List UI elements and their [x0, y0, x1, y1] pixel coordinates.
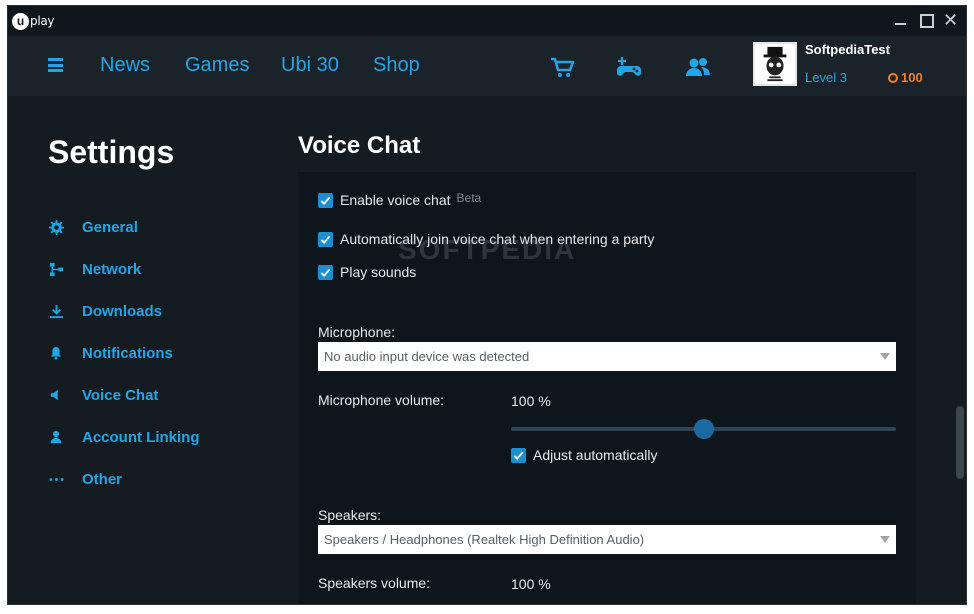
page-title: Voice Chat	[298, 132, 421, 159]
uplay-logo-mark: u	[12, 12, 29, 30]
sidebar-item-label: Notifications	[82, 344, 173, 362]
chevron-down-icon	[880, 536, 890, 543]
coin-count: 100	[901, 70, 923, 85]
scrollbar[interactable]	[956, 406, 964, 479]
play-sounds-label: Play sounds	[340, 264, 417, 280]
friends-icon[interactable]	[684, 54, 712, 82]
nav-games[interactable]: Games	[185, 54, 249, 77]
nav-shop[interactable]: Shop	[373, 54, 420, 77]
speakers-volume-value: 100 %	[511, 576, 551, 592]
minimize-button[interactable]	[893, 12, 908, 28]
enable-voice-chat-row: Enable voice chat Beta	[318, 191, 482, 208]
nav-ubi30[interactable]: Ubi 30	[281, 54, 339, 77]
sidebar-item-label: Other	[82, 470, 123, 488]
bell-icon	[48, 345, 64, 361]
sidebar-item-label: Voice Chat	[82, 386, 159, 404]
adjust-automatically-checkbox[interactable]	[511, 447, 526, 463]
uplay-window: u play ✕ News Games Ubi 30 Shop Softpedi…	[7, 5, 967, 605]
person-icon	[48, 429, 64, 445]
enable-voice-chat-label: Enable voice chat	[340, 192, 451, 208]
speakers-select[interactable]: Speakers / Headphones (Realtek High Defi…	[318, 525, 896, 554]
microphone-volume-slider[interactable]	[511, 419, 896, 439]
microphone-select[interactable]: No audio input device was detected	[318, 342, 896, 371]
microphone-select-value: No audio input device was detected	[324, 349, 530, 364]
cart-icon[interactable]	[548, 54, 576, 82]
gear-icon	[48, 219, 64, 235]
watermark: SOFTPEDIA	[398, 234, 577, 265]
adjust-automatically-label: Adjust automatically	[533, 447, 658, 463]
title-bar: u play ✕	[8, 6, 966, 36]
enable-voice-chat-checkbox[interactable]	[318, 192, 333, 208]
slider-thumb[interactable]	[693, 419, 714, 439]
uplay-logo: u play	[12, 11, 55, 31]
avatar[interactable]	[753, 42, 797, 86]
nav-bar: News Games Ubi 30 Shop SoftpediaTest Lev…	[8, 36, 966, 96]
play-sounds-row: Play sounds	[318, 264, 416, 280]
sidebar-item-network[interactable]: Network	[48, 258, 141, 280]
settings-title: Settings	[48, 134, 175, 170]
sidebar-item-label: Network	[82, 260, 142, 278]
speakers-volume-label: Speakers volume:	[318, 575, 431, 591]
auto-join-checkbox[interactable]	[318, 231, 333, 247]
more-dots-icon	[48, 471, 64, 487]
maximize-button[interactable]	[918, 12, 934, 28]
play-sounds-checkbox[interactable]	[318, 264, 333, 280]
ubi-coin-icon	[888, 73, 898, 83]
download-icon	[48, 303, 64, 319]
adjust-automatically-row: Adjust automatically	[511, 447, 658, 463]
sidebar-item-notifications[interactable]: Notifications	[48, 342, 173, 364]
speaker-icon	[48, 387, 64, 403]
uplay-logo-text: play	[30, 14, 55, 28]
sidebar-item-label: General	[82, 218, 138, 236]
microphone-label: Microphone:	[318, 324, 396, 340]
network-icon	[48, 261, 64, 277]
microphone-volume-label: Microphone volume:	[318, 392, 445, 408]
add-game-icon[interactable]	[615, 54, 643, 82]
speakers-label: Speakers:	[318, 507, 382, 523]
sidebar-item-other[interactable]: Other	[48, 468, 122, 490]
beta-badge: Beta	[456, 191, 482, 205]
sidebar-item-downloads[interactable]: Downloads	[48, 300, 162, 322]
username[interactable]: SoftpediaTest	[805, 42, 890, 57]
sidebar-item-label: Downloads	[82, 302, 163, 320]
user-level[interactable]: Level 3	[805, 70, 847, 85]
sidebar-item-general[interactable]: General	[48, 216, 138, 238]
close-button[interactable]: ✕	[943, 11, 958, 29]
sidebar-item-voice-chat[interactable]: Voice Chat	[48, 384, 158, 406]
sidebar-item-account-linking[interactable]: Account Linking	[48, 426, 200, 448]
window-controls: ✕	[893, 11, 958, 29]
speakers-select-value: Speakers / Headphones (Realtek High Defi…	[324, 532, 645, 547]
voice-chat-panel: Enable voice chat Beta Automatically joi…	[298, 172, 916, 604]
nav-news[interactable]: News	[100, 54, 150, 77]
sidebar-item-label: Account Linking	[82, 428, 200, 446]
microphone-volume-value: 100 %	[511, 393, 551, 409]
ubi-coins[interactable]: 100	[888, 70, 923, 85]
chevron-down-icon	[880, 353, 890, 360]
hamburger-menu-icon[interactable]	[48, 58, 63, 72]
